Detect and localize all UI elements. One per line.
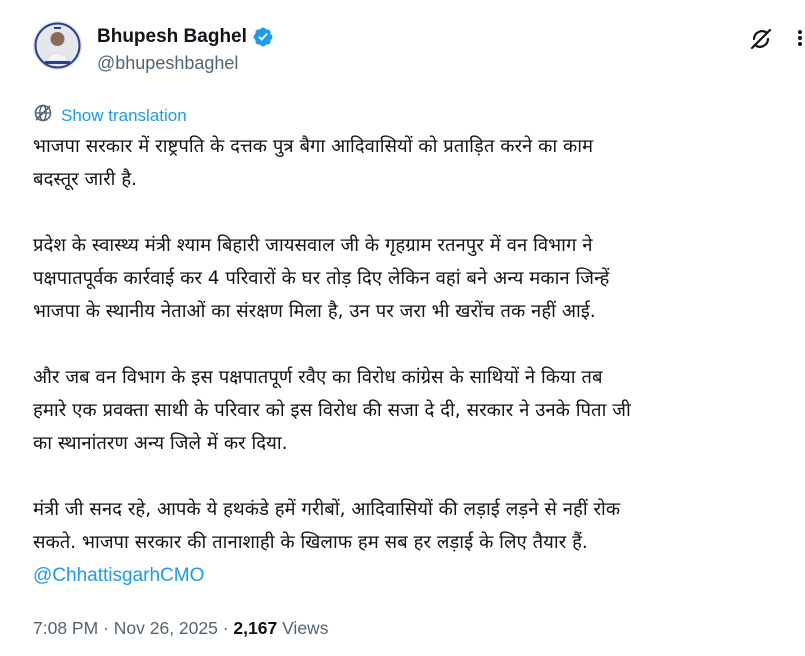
user-handle[interactable]: @bhupeshbaghel: [97, 53, 274, 74]
meta-separator: ·: [217, 618, 234, 638]
tweet-paragraph-2: प्रदेश के स्वास्थ्य मंत्री श्याम बिहारी …: [33, 235, 610, 322]
meta-separator: ·: [98, 618, 114, 638]
views-label: Views: [277, 618, 329, 638]
tweet-paragraph-4: मंत्री जी सनद रहे, आपके ये हथकंडे हमें ग…: [33, 499, 621, 553]
translate-globe-icon: [33, 103, 53, 128]
post-time[interactable]: 7:08 PM: [33, 618, 98, 639]
show-translation-label: Show translation: [61, 105, 187, 125]
tweet-paragraph-3: और जब वन विभाग के इस पक्षपातपूर्ण रवैए क…: [33, 367, 631, 454]
verified-badge-icon[interactable]: [252, 26, 274, 48]
more-vertical-icon[interactable]: [790, 26, 805, 50]
display-name[interactable]: Bhupesh Baghel: [97, 26, 247, 48]
avatar-image: [33, 21, 82, 70]
tweet-metadata: 7:08 PM · Nov 26, 2025 · 2,167 Views: [33, 618, 328, 639]
author-info: Bhupesh Baghel @bhupeshbaghel: [97, 24, 274, 74]
name-row: Bhupesh Baghel: [97, 24, 274, 50]
tweet-card: Bhupesh Baghel @bhupeshbaghel Show trans…: [0, 0, 805, 656]
show-translation-button[interactable]: Show translation: [33, 103, 187, 128]
tweet-text: भाजपा सरकार में राष्ट्रपति के दत्तक पुत्…: [33, 130, 803, 592]
views-count[interactable]: 2,167: [233, 618, 277, 639]
post-date[interactable]: Nov 26, 2025: [114, 618, 218, 639]
tweet-paragraph-1: भाजपा सरकार में राष्ट्रपति के दत्तक पुत्…: [33, 136, 594, 190]
mention-link[interactable]: @ChhattisgarhCMO: [33, 559, 204, 592]
grok-icon[interactable]: [748, 26, 774, 52]
avatar[interactable]: [33, 21, 82, 70]
